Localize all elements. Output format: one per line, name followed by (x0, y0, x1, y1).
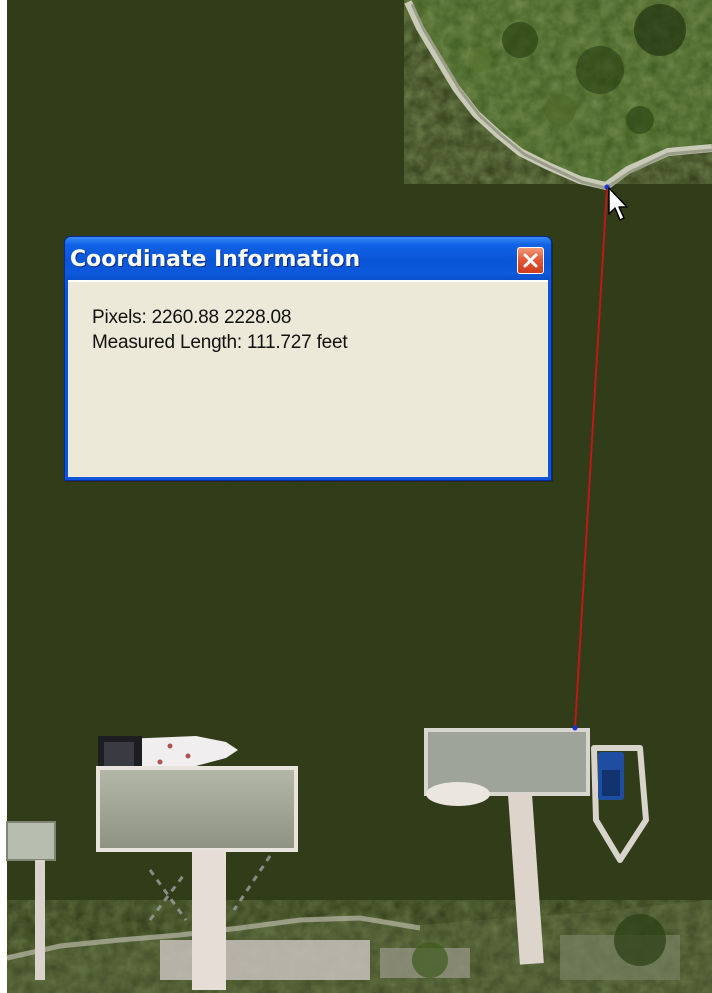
coordinate-information-dialog[interactable]: Coordinate Information Pixels: 2260.88 2… (64, 236, 552, 481)
aerial-imagery[interactable] (0, 0, 712, 993)
dialog-titlebar[interactable]: Coordinate Information (65, 237, 551, 280)
measurement-end-point (572, 725, 578, 731)
measured-length-readout: Measured Length: 111.727 feet (92, 332, 348, 353)
dialog-body: Pixels: 2260.88 2228.08 Measured Length:… (68, 280, 548, 477)
close-button[interactable] (517, 247, 544, 274)
pixels-readout: Pixels: 2260.88 2228.08 (92, 307, 292, 328)
aerial-map-viewer[interactable]: Coordinate Information Pixels: 2260.88 2… (0, 0, 712, 993)
close-icon (523, 253, 538, 268)
dialog-title: Coordinate Information (70, 247, 361, 272)
